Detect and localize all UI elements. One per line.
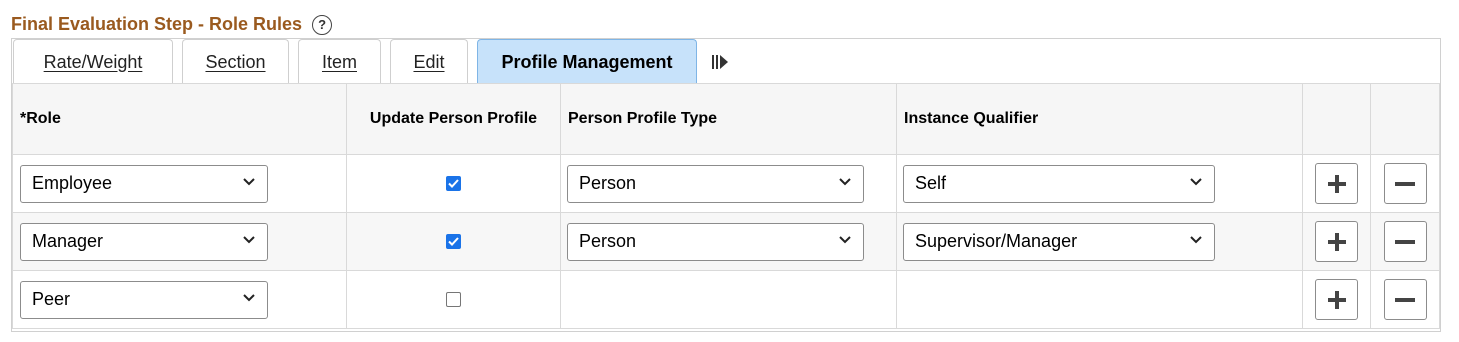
chevron-down-icon: [243, 235, 255, 243]
chevron-down-icon: [839, 177, 851, 185]
show-all-columns-icon[interactable]: [706, 39, 734, 84]
col-header-add: [1302, 83, 1371, 155]
tab-label: Rate/Weight: [43, 51, 143, 72]
chevron-down-icon: [839, 235, 851, 243]
tab-label: Section: [205, 51, 266, 72]
plus-icon: [1327, 174, 1346, 193]
chevron-down-icon: [1190, 177, 1202, 185]
add-row-button[interactable]: [1315, 163, 1358, 204]
update-profile-checkbox[interactable]: [446, 292, 461, 307]
role-value: Peer: [32, 289, 71, 309]
tab-bar: Rate/Weight Section Item Edit Profile Ma…: [13, 38, 734, 84]
page-title: Final Evaluation Step - Role Rules ?: [11, 14, 333, 35]
chevron-down-icon: [1190, 235, 1202, 243]
table-row: Manager Person Supervisor/Manager: [12, 212, 1440, 271]
col-header-instance-qualifier: Instance Qualifier: [896, 83, 1303, 155]
tab-item[interactable]: Item: [298, 39, 381, 84]
table-row: Peer: [12, 270, 1440, 329]
tab-profile-management[interactable]: Profile Management: [477, 39, 697, 84]
qualifier-value: Supervisor/Manager: [915, 231, 1078, 251]
table-row: Employee Person Self: [12, 154, 1440, 213]
plus-icon: [1327, 232, 1346, 251]
add-row-button[interactable]: [1315, 221, 1358, 262]
minus-icon: [1395, 239, 1415, 244]
role-select[interactable]: Manager: [20, 222, 268, 261]
profile-type-value: Person: [579, 231, 637, 251]
col-header-update-profile: Update Person Profile: [346, 83, 561, 155]
grid-header-row: *Role Update Person Profile Person Profi…: [12, 83, 1440, 155]
tab-edit[interactable]: Edit: [390, 39, 468, 84]
tab-label: Profile Management: [501, 51, 673, 72]
col-header-delete: [1370, 83, 1440, 155]
chevron-down-icon: [243, 177, 255, 185]
role-select[interactable]: Employee: [20, 164, 268, 203]
tab-rate-weight[interactable]: Rate/Weight: [13, 39, 173, 84]
chevron-down-icon: [243, 293, 255, 301]
role-value: Employee: [32, 173, 113, 193]
tab-section[interactable]: Section: [182, 39, 289, 84]
update-profile-checkbox[interactable]: [446, 176, 461, 191]
col-header-role: *Role: [12, 83, 347, 155]
add-row-button[interactable]: [1315, 279, 1358, 320]
delete-row-button[interactable]: [1383, 221, 1427, 262]
qualifier-value: Self: [915, 173, 947, 193]
page-title-text: Final Evaluation Step - Role Rules: [11, 14, 303, 34]
plus-icon: [1327, 290, 1346, 309]
delete-row-button[interactable]: [1383, 163, 1427, 204]
profile-type-select[interactable]: Person: [567, 222, 864, 261]
role-select[interactable]: Peer: [20, 280, 268, 319]
instance-qualifier-select[interactable]: Self: [903, 164, 1215, 203]
col-header-profile-type: Person Profile Type: [560, 83, 897, 155]
profile-type-value: Person: [579, 173, 637, 193]
role-rules-grid: *Role Update Person Profile Person Profi…: [12, 83, 1440, 329]
role-rules-page: Final Evaluation Step - Role Rules ? Rat…: [0, 0, 1459, 342]
update-profile-checkbox[interactable]: [446, 234, 461, 249]
delete-row-button[interactable]: [1383, 279, 1427, 320]
tab-label: Edit: [413, 51, 445, 72]
minus-icon: [1395, 181, 1415, 186]
minus-icon: [1395, 297, 1415, 302]
role-value: Manager: [32, 231, 104, 251]
tab-label: Item: [321, 51, 357, 72]
profile-type-empty: [560, 270, 897, 329]
instance-qualifier-empty: [896, 270, 1303, 329]
help-icon[interactable]: ?: [312, 14, 333, 35]
instance-qualifier-select[interactable]: Supervisor/Manager: [903, 222, 1215, 261]
profile-type-select[interactable]: Person: [567, 164, 864, 203]
